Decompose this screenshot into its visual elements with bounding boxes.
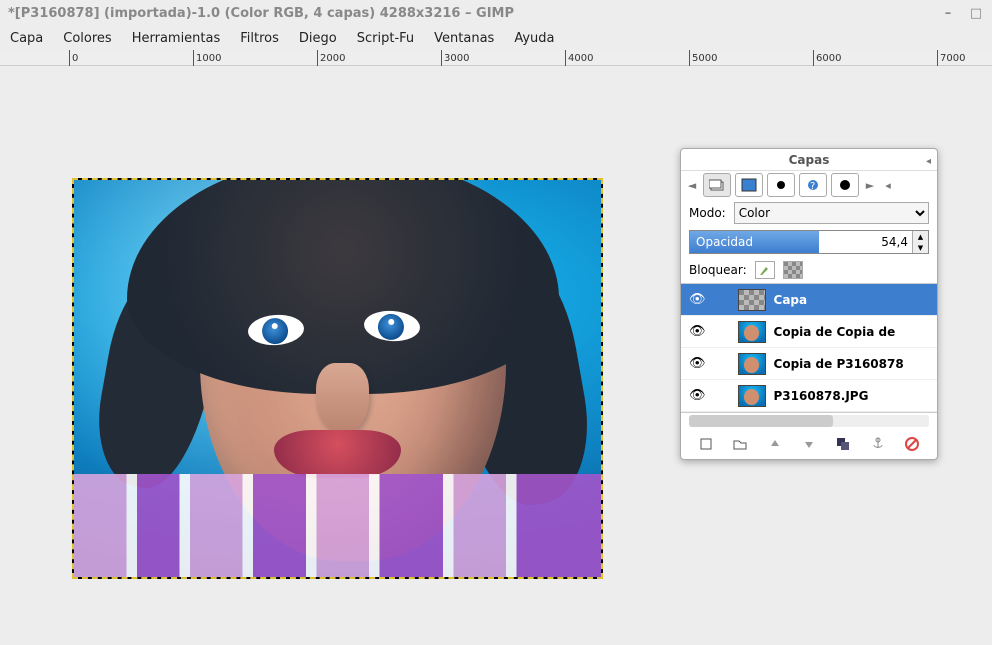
- menubar: Capa Colores Herramientas Filtros Diego …: [0, 26, 992, 50]
- undo-icon: ?: [805, 178, 821, 192]
- menu-capa[interactable]: Capa: [0, 31, 53, 46]
- tab-undo[interactable]: ?: [799, 173, 827, 197]
- layer-thumbnail: [738, 353, 766, 375]
- up-icon: [769, 438, 781, 450]
- menu-ventanas[interactable]: Ventanas: [424, 31, 504, 46]
- image-content: [74, 180, 601, 577]
- ruler-tick: 0: [69, 50, 78, 66]
- anchor-icon: [871, 437, 885, 451]
- spin-down-icon[interactable]: ▼: [913, 242, 928, 253]
- tab-channels[interactable]: [735, 173, 763, 197]
- panel-title-text: Capas: [789, 153, 830, 167]
- window-title: *[P3160878] (importada)-1.0 (Color RGB, …: [8, 6, 514, 21]
- mode-label: Modo:: [689, 206, 726, 220]
- tab-layers[interactable]: [703, 173, 731, 197]
- panel-tabs: ◄ ? ► ◂: [681, 171, 937, 199]
- anchor-layer-button[interactable]: [868, 435, 888, 453]
- ruler-tick: 3000: [441, 50, 469, 66]
- visibility-toggle-icon[interactable]: 👁: [689, 324, 706, 339]
- delete-icon: [905, 437, 919, 451]
- layer-row[interactable]: 👁 Capa: [681, 284, 937, 316]
- spin-up-icon[interactable]: ▲: [913, 231, 928, 242]
- duplicate-icon: [836, 437, 850, 451]
- window-titlebar: *[P3160878] (importada)-1.0 (Color RGB, …: [0, 0, 992, 26]
- maximize-button[interactable]: □: [968, 6, 984, 21]
- opacity-value: 54,4: [819, 231, 912, 253]
- scrollbar-thumb[interactable]: [689, 415, 833, 427]
- tabs-next-icon[interactable]: ►: [863, 179, 877, 192]
- ruler-tick: 4000: [565, 50, 593, 66]
- down-icon: [803, 438, 815, 450]
- lock-row: Bloquear:: [681, 257, 937, 283]
- tab-paths[interactable]: [767, 173, 795, 197]
- channels-icon: [741, 178, 757, 192]
- paths-icon: [773, 178, 789, 192]
- delete-layer-button[interactable]: [902, 435, 922, 453]
- visibility-toggle-icon[interactable]: 👁: [689, 292, 706, 307]
- layer-name[interactable]: P3160878.JPG: [774, 389, 869, 403]
- tabs-prev-icon[interactable]: ◄: [685, 179, 699, 192]
- ruler-tick: 1000: [193, 50, 221, 66]
- new-layer-icon: [699, 437, 713, 451]
- minimize-button[interactable]: –: [940, 6, 956, 21]
- layers-panel[interactable]: Capas ◂ ◄ ? ► ◂ Modo: Color Opacidad 54,…: [680, 148, 938, 460]
- opacity-label: Opacidad: [690, 231, 819, 253]
- layer-list: 👁 Capa 👁 Copia de Copia de 👁 Copia de P3…: [681, 283, 937, 413]
- layer-thumbnail: [738, 385, 766, 407]
- lock-label: Bloquear:: [689, 263, 747, 277]
- layer-name[interactable]: Capa: [774, 293, 808, 307]
- brush-icon: [758, 263, 772, 277]
- layer-thumbnail: [738, 289, 766, 311]
- ruler-tick: 5000: [689, 50, 717, 66]
- layer-thumbnail: [738, 321, 766, 343]
- mode-row: Modo: Color: [681, 199, 937, 227]
- layer-row[interactable]: 👁 Copia de P3160878: [681, 348, 937, 380]
- svg-text:?: ?: [810, 181, 815, 192]
- menu-herramientas[interactable]: Herramientas: [122, 31, 231, 46]
- menu-diego[interactable]: Diego: [289, 31, 347, 46]
- layer-list-scrollbar[interactable]: [689, 415, 929, 427]
- histogram-icon: [837, 178, 853, 192]
- layer-row[interactable]: 👁 P3160878.JPG: [681, 380, 937, 412]
- lock-pixels-button[interactable]: [755, 261, 775, 279]
- opacity-slider[interactable]: Opacidad 54,4 ▲▼: [689, 230, 929, 254]
- visibility-toggle-icon[interactable]: 👁: [689, 388, 706, 403]
- ruler-horizontal: 0 1000 2000 3000 4000 5000 6000 7000: [0, 50, 992, 66]
- folder-icon: [733, 437, 747, 451]
- visibility-toggle-icon[interactable]: 👁: [689, 356, 706, 371]
- ruler-tick: 7000: [937, 50, 965, 66]
- ruler-tick: 6000: [813, 50, 841, 66]
- layer-name[interactable]: Copia de Copia de: [774, 325, 896, 339]
- layer-row[interactable]: 👁 Copia de Copia de: [681, 316, 937, 348]
- mode-select[interactable]: Color: [734, 202, 929, 224]
- panel-title: Capas ◂: [681, 149, 937, 171]
- lower-layer-button[interactable]: [799, 435, 819, 453]
- lock-alpha-button[interactable]: [783, 261, 803, 279]
- menu-script-fu[interactable]: Script-Fu: [347, 31, 424, 46]
- panel-menu-arrow-icon[interactable]: ◂: [926, 151, 931, 173]
- tabs-config-icon[interactable]: ◂: [881, 179, 895, 192]
- new-layer-button[interactable]: [696, 435, 716, 453]
- menu-filtros[interactable]: Filtros: [230, 31, 289, 46]
- ruler-tick: 2000: [317, 50, 345, 66]
- opacity-spinner[interactable]: ▲▼: [912, 231, 928, 253]
- image-canvas[interactable]: [72, 178, 603, 579]
- layer-name[interactable]: Copia de P3160878: [774, 357, 904, 371]
- duplicate-layer-button[interactable]: [833, 435, 853, 453]
- tab-histogram[interactable]: [831, 173, 859, 197]
- layer-actions: [681, 429, 937, 459]
- new-group-button[interactable]: [730, 435, 750, 453]
- menu-ayuda[interactable]: Ayuda: [504, 31, 564, 46]
- raise-layer-button[interactable]: [765, 435, 785, 453]
- menu-colores[interactable]: Colores: [53, 31, 121, 46]
- layers-icon: [709, 178, 725, 192]
